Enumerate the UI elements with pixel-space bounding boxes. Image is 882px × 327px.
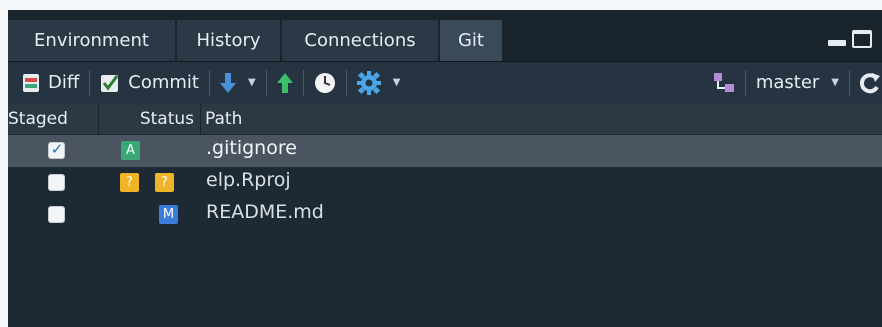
file-row[interactable]: M README.md [8, 199, 882, 231]
file-path: elp.Rproj [206, 169, 291, 191]
status-column-header[interactable]: Status [100, 103, 201, 134]
toolbar-divider [208, 69, 210, 96]
untracked-status-badge: ? [120, 173, 139, 192]
commit-label: Commit [128, 72, 199, 93]
toolbar-divider [744, 69, 746, 96]
diff-button[interactable]: Diff [22, 72, 79, 93]
chevron-down-icon[interactable]: ▼ [248, 77, 256, 88]
branch-dropdown[interactable]: master ▼ [756, 72, 839, 93]
staged-checkbox[interactable] [48, 174, 65, 191]
checkmark-icon: ✓ [50, 140, 64, 158]
commit-button[interactable]: Commit [100, 72, 199, 93]
new-branch-button[interactable] [713, 72, 735, 94]
file-path: .gitignore [206, 137, 297, 159]
minimize-icon[interactable] [828, 40, 846, 46]
push-button[interactable] [276, 72, 293, 94]
tab-git[interactable]: Git [440, 20, 503, 61]
staged-column-header[interactable]: Staged [8, 103, 99, 134]
staged-checkbox[interactable] [48, 206, 65, 223]
refresh-button[interactable] [860, 72, 880, 94]
toolbar-divider [89, 69, 91, 96]
diff-icon [23, 73, 39, 92]
tab-environment[interactable]: Environment [8, 20, 176, 61]
toolbar-divider [345, 69, 347, 96]
git-toolbar: Diff Commit ▼ ▼ master ▼ [8, 62, 882, 103]
file-row[interactable]: ? ? elp.Rproj [8, 167, 882, 199]
chevron-down-icon[interactable]: ▼ [393, 77, 401, 88]
maximize-icon[interactable] [852, 30, 872, 48]
file-path: README.md [206, 201, 324, 223]
git-pane: Environment History Connections Git Diff… [8, 10, 882, 327]
refresh-icon [860, 72, 880, 93]
history-button[interactable] [314, 72, 336, 94]
more-button[interactable]: ▼ [356, 70, 401, 95]
modified-status-badge: M [159, 205, 178, 224]
toolbar-divider [265, 69, 267, 96]
file-row[interactable]: ✓ A .gitignore [8, 135, 882, 167]
gear-icon [356, 70, 381, 95]
untracked-status-badge: ? [155, 173, 174, 192]
branch-icon [713, 72, 734, 92]
tab-connections[interactable]: Connections [282, 20, 439, 61]
window-controls [828, 30, 872, 48]
branch-label: master [755, 72, 820, 93]
pull-button[interactable]: ▼ [219, 72, 256, 94]
commit-icon [101, 74, 119, 92]
push-arrow-icon [276, 72, 293, 93]
pull-arrow-icon [219, 72, 236, 93]
clock-icon [314, 72, 335, 93]
toolbar-divider [849, 69, 850, 96]
tab-bar: Environment History Connections Git [8, 10, 882, 62]
added-status-badge: A [121, 141, 140, 160]
path-column-header[interactable]: Path [202, 103, 882, 134]
diff-label: Diff [48, 72, 80, 93]
staged-checkbox[interactable]: ✓ [48, 140, 65, 159]
tab-history[interactable]: History [177, 20, 281, 61]
toolbar-divider [302, 69, 304, 96]
chevron-down-icon: ▼ [831, 77, 839, 88]
column-headers: Staged Status Path [8, 103, 882, 134]
